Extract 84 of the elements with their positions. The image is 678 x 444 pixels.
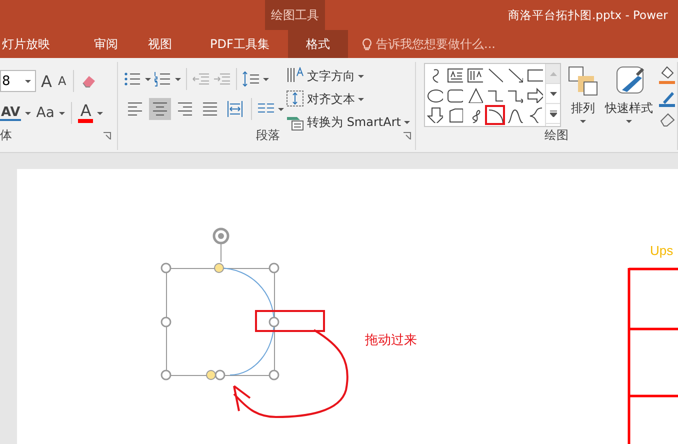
group-label: 绘图 [544,127,570,144]
text-direction-button[interactable]: 文字方向 [286,66,410,86]
resize-handle[interactable] [160,370,172,380]
ribbon-tab[interactable]: 灯片放映 [0,30,94,58]
dropdown-caret-icon [25,112,32,114]
dropdown-caret-icon [25,80,31,82]
ribbon-tab[interactable]: PDF工具集 [200,30,288,58]
resize-handle[interactable] [268,370,280,380]
convert-smartart-button[interactable]: 转换为 SmartArt [286,112,410,132]
dropdown-caret-icon [278,108,284,110]
shape-line-icon [487,67,503,83]
shape-wave-icon [507,107,523,123]
rotate-handle[interactable] [212,228,230,262]
dropdown-caret-icon [626,120,632,123]
resize-handle[interactable] [160,262,172,274]
window-title: 商洛平台拓扑图.pptx - Power [508,8,668,23]
character-spacing-button[interactable]: AV [0,106,22,120]
fill-bucket-icon [659,65,675,85]
shape-downarrow-icon [427,107,443,123]
align-right-icon [177,100,193,118]
shape-label: Ups [650,243,674,258]
align-center-button[interactable] [149,98,171,120]
grow-font-button[interactable]: A [40,72,53,90]
dropdown-caret-icon [145,78,151,80]
shrink-font-button[interactable]: A [56,74,68,88]
resize-handle[interactable] [160,316,172,328]
shape-textbox-icon [447,67,463,83]
align-center-icon [152,100,168,118]
dialog-launcher-icon [403,132,411,140]
down-caret-icon [550,92,556,96]
shape-arc-icon [487,107,503,123]
align-left-icon [127,100,143,118]
dropdown-caret-icon [580,120,586,123]
shape-rightarrow-icon [527,87,543,103]
shape-effects-icon [659,111,675,127]
highlight-box [255,310,325,332]
change-case-button[interactable]: Aa [35,105,56,121]
shape-brace-icon [527,107,543,123]
dropdown-caret-icon [59,112,66,114]
font-color-button[interactable]: A [78,103,94,123]
shape-flowshape-icon [447,107,463,123]
dropdown-caret-icon [175,78,181,80]
font-size-field[interactable]: 8 [0,70,36,92]
align-distributed-icon [227,100,243,118]
up-caret-icon [550,72,556,76]
lightbulb-icon [362,38,372,50]
shape-rightarrow-button[interactable] [525,85,545,105]
shape-arc-button[interactable] [485,105,505,125]
dialog-launcher-icon [103,132,111,140]
contextual-tab-group: 绘图工具 [265,0,325,30]
shape-arrowline-icon [507,67,523,83]
group-label: 段落 [256,127,280,144]
ribbon-tab[interactable]: 视图 [148,30,200,58]
resize-handle[interactable] [268,316,280,328]
align-text-button[interactable]: 对齐文本 [286,89,410,109]
ribbon-tab[interactable]: 审阅 [94,30,148,58]
dropdown-caret-icon [358,74,364,78]
shape-triangle-icon [467,87,483,103]
shape-downarrow-button[interactable] [425,105,445,125]
align-justify-icon [202,100,218,118]
group-label: 体 [0,127,12,144]
dropdown-caret-icon [358,98,364,100]
dropdown-caret-icon [263,78,269,80]
dropdown-caret-icon [404,120,410,124]
align-text-icon [286,90,304,108]
arrange-button[interactable]: 排列 [567,63,599,123]
stacked-squares-icon [567,65,599,97]
text-direction-icon [286,67,304,85]
annotation-text: 拖动过来 [365,332,417,349]
resize-handle[interactable] [268,262,280,274]
numbered-list-icon [154,71,172,87]
shape-vtextbox-icon [467,67,483,83]
dropdown-caret-icon [97,112,104,114]
tell-me-search[interactable]: 告诉我您想要做什么... [362,36,496,52]
shape-rect-icon [527,67,543,83]
increase-indent-icon [213,71,231,87]
line-spacing-icon [242,70,260,88]
expand-icon [550,110,556,117]
decrease-indent-icon [192,71,210,87]
quick-styles-button[interactable]: 快速样式 [605,63,653,123]
ribbon-tab[interactable]: 格式 [288,30,348,58]
shape-roundrect-icon [447,87,463,103]
resize-handle[interactable] [214,370,226,380]
bullet-list-icon [124,71,142,87]
